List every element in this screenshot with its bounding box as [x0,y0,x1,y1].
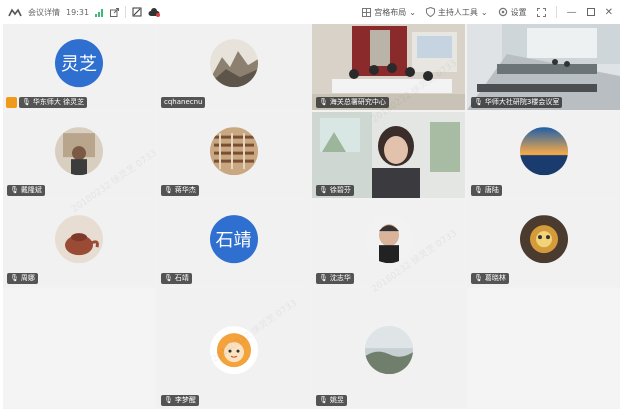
mic-muted-icon: 🎙 [474,186,483,194]
participant-name: 沈志华 [329,274,351,282]
host-tools-label: 主持人工具 [437,7,478,17]
mic-muted-icon: 🎙 [22,98,31,106]
mic-icon: 🎙 [474,98,483,106]
participant-tile[interactable]: 🎙 葛晓林 [467,200,620,286]
host-tools-button[interactable]: 主持人工具 ⌄ [425,7,488,18]
participant-name-tag: 🎙 周娜 [7,273,38,284]
participant-name: 华师大社研院3楼会议室 [484,98,560,106]
close-icon[interactable]: ✕ [605,7,613,18]
participant-name: 葛晓林 [484,274,506,282]
avatar [209,127,258,176]
participant-name-tag: 🎙 蒋华杰 [161,185,199,196]
participant-tile[interactable]: 🎙 徐碧芬 [312,112,465,198]
video-grid: 灵芝 🎙 华东师大 徐灵芝 cqhanecnu 🎙 海关总署研究中心 🎙 华师大… [3,24,620,409]
participant-name-tag: 🎙 姚昱 [316,395,347,406]
mic-muted-icon: 🎙 [474,274,483,282]
meeting-time: 19:31 [66,7,90,17]
participant-tile[interactable]: 🎙 李梦醒 [157,288,310,408]
cloud-icon[interactable] [148,7,161,17]
mic-muted-icon: 🎙 [319,396,328,404]
participant-tile[interactable]: 🎙 姚昱 [312,288,465,408]
avatar [55,215,103,264]
mic-icon: 🎙 [319,98,328,106]
avatar [519,215,568,264]
participant-name-tag: 🎙 海关总署研究中心 [316,97,389,108]
participant-name-tag: 🎙 华东师大 徐灵芝 [19,97,88,108]
participant-name-tag: 🎙 戴隆斌 [7,185,45,196]
participant-name: 石靖 [174,274,189,282]
avatar: 石靖 [209,215,258,264]
shield-icon [425,7,435,17]
maximize-icon[interactable] [586,8,595,16]
chevron-down-icon: ⌄ [480,7,488,17]
participant-name: 华东师大 徐灵芝 [32,98,85,106]
fullscreen-icon[interactable] [536,7,546,17]
grid-layout-button[interactable]: 宫格布局 ⌄ [362,7,416,18]
participant-name: 戴隆斌 [20,186,42,194]
avatar [519,127,568,176]
share-out-icon[interactable] [110,7,120,17]
signal-icon [95,8,104,17]
grid-icon [362,7,372,17]
mic-muted-icon: 🎙 [164,396,173,404]
avatar [209,326,258,375]
participant-tile[interactable]: 石靖 🎙 石靖 [157,200,310,286]
avatar [364,215,413,264]
mic-icon: 🎙 [10,186,19,194]
participant-tile[interactable]: 🎙 华师大社研院3楼会议室 [467,24,620,110]
empty-tile [467,288,620,408]
participant-name: 海关总署研究中心 [329,98,386,106]
participant-tile[interactable]: 🎙 周娜 [3,200,155,286]
host-badge-icon [6,97,17,108]
participant-name-tag: cqhanecnu [161,97,206,108]
participant-name-tag: 🎙 沈志华 [316,273,354,284]
participant-name-tag: 🎙 徐碧芬 [316,185,354,196]
mic-icon: 🎙 [319,186,328,194]
mic-muted-icon: 🎙 [319,274,328,282]
mic-icon: 🎙 [10,274,19,282]
mic-muted-icon: 🎙 [164,186,173,194]
participant-tile[interactable]: 🎙 唐陆 [467,112,620,198]
avatar [55,127,103,176]
title-bar: 会议详情 19:31 宫格布局 ⌄ 主持人工具 ⌄ 设置 — ✕ [0,0,623,24]
minimize-icon[interactable]: — [567,7,577,18]
avatar: 灵芝 [55,39,103,88]
participant-name: 徐碧芬 [329,186,351,194]
participant-name: 姚昱 [329,396,344,404]
participant-tile-active[interactable]: 🎙 海关总署研究中心 [312,24,465,110]
participant-name: 蒋华杰 [174,186,196,194]
participant-name: cqhanecnu [164,98,203,106]
participant-tile[interactable]: 🎙 蒋华杰 [157,112,310,198]
participant-name: 李梦醒 [174,396,196,404]
chevron-down-icon: ⌄ [409,7,416,17]
participant-tile[interactable]: cqhanecnu [157,24,310,110]
divider [555,6,557,18]
app-logo-icon [8,7,22,16]
mic-muted-icon: 🎙 [164,274,173,282]
participant-tile[interactable]: 灵芝 🎙 华东师大 徐灵芝 [3,24,155,110]
screen-share-icon[interactable] [132,7,142,17]
participant-name-tag: 🎙 唐陆 [471,185,502,196]
settings-label: 设置 [510,7,527,17]
app-name[interactable]: 会议详情 [28,7,60,18]
participant-name-tag: 🎙 华师大社研院3楼会议室 [471,97,563,108]
gear-icon [498,7,507,17]
participant-name: 唐陆 [484,186,499,194]
participant-tile[interactable]: 🎙 戴隆斌 [3,112,155,198]
settings-button[interactable]: 设置 [498,7,527,18]
participant-name: 周娜 [20,274,35,282]
participant-name-tag: 🎙 李梦醒 [161,395,199,406]
participant-name-tag: 🎙 石靖 [161,273,192,284]
participant-name-tag: 🎙 葛晓林 [471,273,509,284]
grid-layout-label: 宫格布局 [374,7,407,17]
avatar [209,39,258,88]
participant-tile[interactable]: 🎙 沈志华 [312,200,465,286]
empty-tile [3,288,155,408]
divider [125,6,127,18]
avatar [364,326,413,375]
